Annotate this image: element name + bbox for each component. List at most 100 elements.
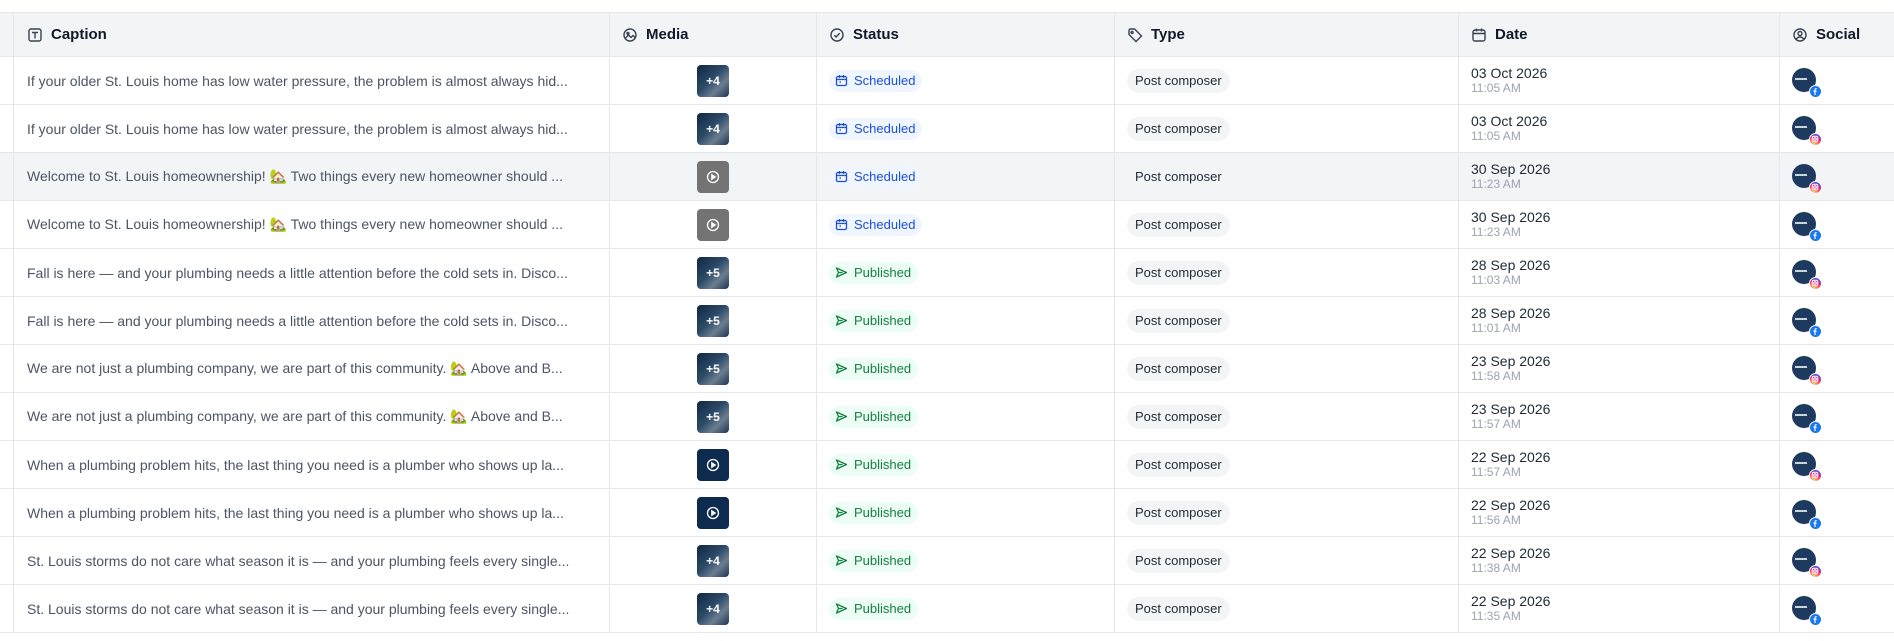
social-cell[interactable] bbox=[1780, 393, 1894, 440]
header-type[interactable]: Type bbox=[1115, 13, 1459, 56]
caption-cell[interactable]: We are not just a plumbing company, we a… bbox=[14, 393, 610, 440]
media-cell[interactable]: +4 bbox=[610, 585, 817, 632]
table-row[interactable]: If your older St. Louis home has low wat… bbox=[0, 105, 1894, 153]
header-date[interactable]: Date bbox=[1459, 13, 1780, 56]
media-cell[interactable] bbox=[610, 489, 817, 536]
row-select-cell[interactable] bbox=[0, 537, 14, 584]
time-text: 11:38 AM bbox=[1471, 561, 1521, 575]
row-select-cell[interactable] bbox=[0, 441, 14, 488]
row-select-cell[interactable] bbox=[0, 393, 14, 440]
table-row[interactable]: If your older St. Louis home has low wat… bbox=[0, 57, 1894, 105]
media-thumbnail[interactable]: +5 bbox=[697, 304, 729, 337]
row-select-cell[interactable] bbox=[0, 297, 14, 344]
social-account[interactable] bbox=[1792, 307, 1822, 338]
table-row[interactable]: St. Louis storms do not care what season… bbox=[0, 537, 1894, 585]
date-text: 28 Sep 2026 bbox=[1471, 257, 1551, 273]
social-account[interactable] bbox=[1792, 403, 1822, 434]
social-cell[interactable] bbox=[1780, 153, 1894, 200]
header-caption[interactable]: Caption bbox=[14, 13, 610, 56]
social-account[interactable] bbox=[1792, 355, 1822, 386]
table-row[interactable]: Fall is here — and your plumbing needs a… bbox=[0, 249, 1894, 297]
table-row[interactable]: Welcome to St. Louis homeownership! 🏡 Tw… bbox=[0, 201, 1894, 249]
media-thumbnail[interactable] bbox=[697, 208, 729, 241]
row-select-cell[interactable] bbox=[0, 105, 14, 152]
send-icon bbox=[835, 266, 854, 279]
row-select-cell[interactable] bbox=[0, 345, 14, 392]
media-cell[interactable]: +5 bbox=[610, 345, 817, 392]
row-select-cell[interactable] bbox=[0, 489, 14, 536]
social-account[interactable] bbox=[1792, 259, 1822, 290]
media-cell[interactable]: +5 bbox=[610, 249, 817, 296]
social-cell[interactable] bbox=[1780, 297, 1894, 344]
caption-cell[interactable]: Fall is here — and your plumbing needs a… bbox=[14, 297, 610, 344]
social-cell[interactable] bbox=[1780, 57, 1894, 104]
social-account[interactable] bbox=[1792, 547, 1822, 578]
media-thumbnail[interactable] bbox=[697, 496, 729, 529]
instagram-icon bbox=[1809, 276, 1822, 290]
social-account[interactable] bbox=[1792, 595, 1822, 626]
row-select-cell[interactable] bbox=[0, 57, 14, 104]
media-cell[interactable]: +5 bbox=[610, 297, 817, 344]
media-cell[interactable] bbox=[610, 153, 817, 200]
caption-cell[interactable]: We are not just a plumbing company, we a… bbox=[14, 345, 610, 392]
table-row[interactable]: Welcome to St. Louis homeownership! 🏡 Tw… bbox=[0, 153, 1894, 201]
social-cell[interactable] bbox=[1780, 249, 1894, 296]
media-thumbnail[interactable] bbox=[697, 160, 729, 193]
social-account[interactable] bbox=[1792, 115, 1822, 146]
header-status[interactable]: Status bbox=[817, 13, 1115, 56]
media-thumbnail[interactable] bbox=[697, 448, 729, 481]
row-select-cell[interactable] bbox=[0, 249, 14, 296]
header-social[interactable]: Social bbox=[1780, 13, 1894, 56]
media-cell[interactable]: +4 bbox=[610, 537, 817, 584]
media-cell[interactable]: +4 bbox=[610, 105, 817, 152]
media-cell[interactable]: +5 bbox=[610, 393, 817, 440]
social-cell[interactable] bbox=[1780, 201, 1894, 248]
caption-cell[interactable]: St. Louis storms do not care what season… bbox=[14, 537, 610, 584]
media-cell[interactable] bbox=[610, 201, 817, 248]
table-row[interactable]: We are not just a plumbing company, we a… bbox=[0, 393, 1894, 441]
media-thumbnail[interactable]: +4 bbox=[697, 112, 729, 145]
date-text: 03 Oct 2026 bbox=[1471, 65, 1548, 81]
row-select-cell[interactable] bbox=[0, 201, 14, 248]
row-select-cell[interactable] bbox=[0, 585, 14, 632]
table-row[interactable]: When a plumbing problem hits, the last t… bbox=[0, 441, 1894, 489]
table-row[interactable]: We are not just a plumbing company, we a… bbox=[0, 345, 1894, 393]
table-row[interactable]: St. Louis storms do not care what season… bbox=[0, 585, 1894, 633]
media-thumbnail[interactable]: +5 bbox=[697, 352, 729, 385]
table-row[interactable]: Fall is here — and your plumbing needs a… bbox=[0, 297, 1894, 345]
caption-cell[interactable]: Welcome to St. Louis homeownership! 🏡 Tw… bbox=[14, 201, 610, 248]
caption-cell[interactable]: Fall is here — and your plumbing needs a… bbox=[14, 249, 610, 296]
social-cell[interactable] bbox=[1780, 585, 1894, 632]
media-cell[interactable] bbox=[610, 441, 817, 488]
media-thumbnail[interactable]: +4 bbox=[697, 544, 729, 577]
social-cell[interactable] bbox=[1780, 441, 1894, 488]
header-date-label: Date bbox=[1495, 26, 1528, 43]
social-account[interactable] bbox=[1792, 211, 1822, 242]
social-account[interactable] bbox=[1792, 163, 1822, 194]
social-account[interactable] bbox=[1792, 499, 1822, 530]
header-media[interactable]: Media bbox=[610, 13, 817, 56]
social-cell[interactable] bbox=[1780, 537, 1894, 584]
caption-cell[interactable]: If your older St. Louis home has low wat… bbox=[14, 57, 610, 104]
type-cell: Post composer bbox=[1115, 393, 1459, 440]
caption-cell[interactable]: When a plumbing problem hits, the last t… bbox=[14, 441, 610, 488]
social-cell[interactable] bbox=[1780, 105, 1894, 152]
social-cell[interactable] bbox=[1780, 489, 1894, 536]
social-account[interactable] bbox=[1792, 451, 1822, 482]
media-cell[interactable]: +4 bbox=[610, 57, 817, 104]
table-row[interactable]: When a plumbing problem hits, the last t… bbox=[0, 489, 1894, 537]
media-thumbnail[interactable]: +5 bbox=[697, 400, 729, 433]
media-thumbnail[interactable]: +4 bbox=[697, 64, 729, 97]
social-account[interactable] bbox=[1792, 67, 1822, 98]
status-cell: Published bbox=[817, 441, 1115, 488]
caption-cell[interactable]: St. Louis storms do not care what season… bbox=[14, 585, 610, 632]
caption-cell[interactable]: Welcome to St. Louis homeownership! 🏡 Tw… bbox=[14, 153, 610, 200]
media-thumbnail[interactable]: +4 bbox=[697, 592, 729, 625]
row-select-cell[interactable] bbox=[0, 153, 14, 200]
caption-cell[interactable]: When a plumbing problem hits, the last t… bbox=[14, 489, 610, 536]
social-cell[interactable] bbox=[1780, 345, 1894, 392]
media-thumbnail[interactable]: +5 bbox=[697, 256, 729, 289]
caption-cell[interactable]: If your older St. Louis home has low wat… bbox=[14, 105, 610, 152]
status-label: Scheduled bbox=[854, 217, 916, 232]
header-media-label: Media bbox=[646, 26, 689, 43]
